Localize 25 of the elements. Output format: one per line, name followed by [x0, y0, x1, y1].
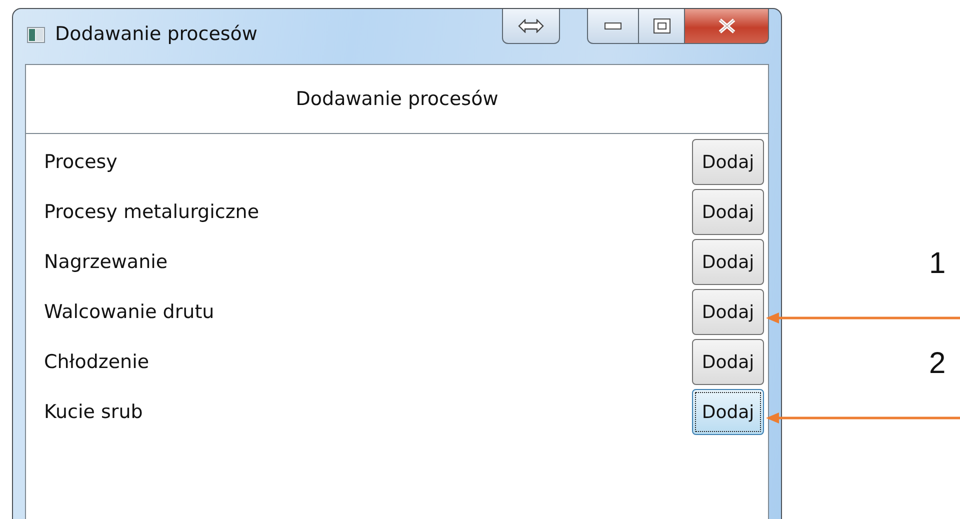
process-label: Nagrzewanie: [44, 251, 169, 273]
process-label: Chłodzenie: [44, 351, 150, 373]
callout-number: 1: [929, 247, 946, 281]
maximize-button[interactable]: [639, 9, 685, 44]
add-button[interactable]: Dodaj: [692, 189, 764, 235]
add-button[interactable]: Dodaj: [692, 289, 764, 335]
add-button[interactable]: Dodaj: [692, 339, 764, 385]
callout-number: 2: [929, 347, 946, 381]
process-label: Procesy metalurgiczne: [44, 201, 260, 223]
minimize-button[interactable]: [587, 9, 639, 44]
window-title: Dodawanie procesów: [55, 23, 258, 45]
add-button[interactable]: Dodaj: [692, 389, 764, 435]
process-label: Kucie srub: [44, 401, 144, 423]
resize-button[interactable]: [502, 9, 560, 44]
window-icon: [27, 27, 45, 43]
add-button[interactable]: Dodaj: [692, 239, 764, 285]
minimize-icon: [604, 22, 622, 30]
close-icon: [716, 18, 736, 34]
process-label: Walcowanie drutu: [44, 301, 216, 323]
double-arrow-icon: [518, 19, 544, 33]
header-title: Dodawanie procesów: [296, 88, 498, 110]
close-button[interactable]: [685, 9, 769, 44]
add-button[interactable]: Dodaj: [692, 139, 764, 185]
maximize-icon: [652, 18, 670, 34]
process-label: Procesy: [44, 151, 118, 173]
